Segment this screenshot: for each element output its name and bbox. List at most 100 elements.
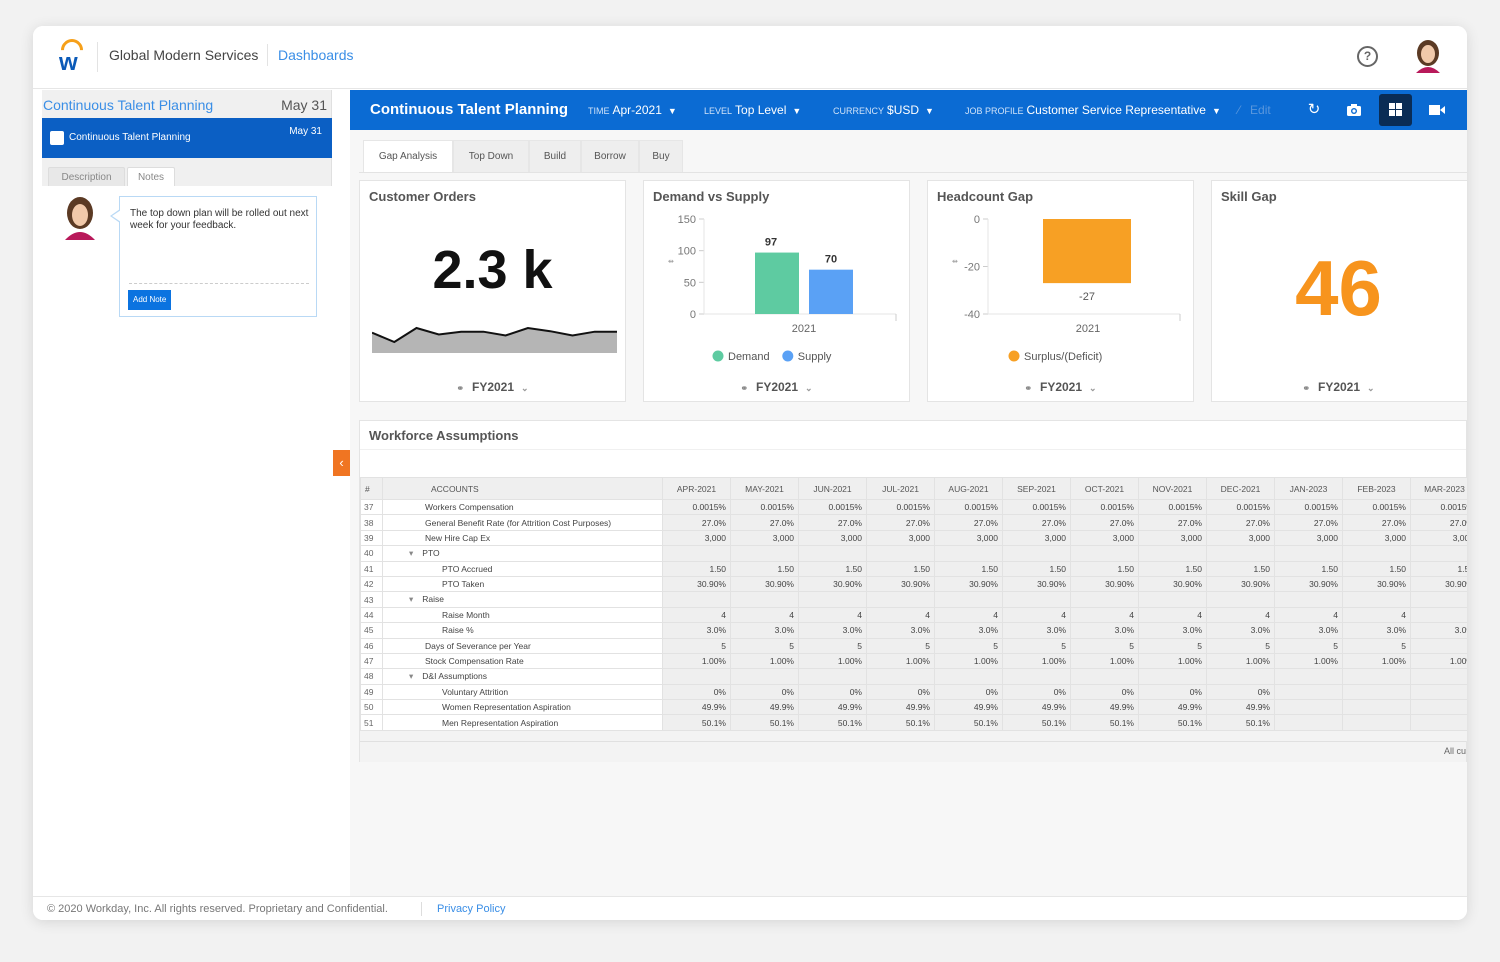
table-row[interactable]: 44 Raise Month 4 4 4 4 4 4 4 4 4 4 4 <box>360 606 1467 624</box>
cell-value[interactable] <box>1274 699 1343 716</box>
cell-value[interactable]: 49.9% <box>1070 699 1139 716</box>
cell-value[interactable]: 3.0% <box>1206 622 1275 639</box>
cell-value[interactable] <box>866 545 935 562</box>
cell-value[interactable] <box>934 545 1003 562</box>
cell-value[interactable]: 1.00% <box>662 652 731 670</box>
workday-logo[interactable]: w <box>56 34 88 76</box>
cell-value[interactable]: 4 <box>1070 606 1139 624</box>
cell-value[interactable]: 4 <box>662 606 731 624</box>
period-selector[interactable]: ⚭ FY2021 ⌄ <box>644 380 909 394</box>
cell-value[interactable] <box>1410 683 1467 701</box>
cell-value[interactable] <box>1410 637 1467 654</box>
user-avatar[interactable] <box>1413 39 1443 73</box>
cell-value[interactable]: 3,000 <box>1274 529 1343 547</box>
cell-value[interactable]: 27.0% <box>1002 514 1071 531</box>
cell-value[interactable]: 1.00% <box>1342 652 1411 670</box>
filter-currency[interactable]: CURRENCY $USD ▼ <box>833 103 934 117</box>
cell-value[interactable] <box>1002 545 1071 562</box>
cell-value[interactable]: 27.0% <box>1342 514 1411 531</box>
cell-value[interactable]: 0% <box>1138 683 1207 701</box>
expand-caret-icon[interactable]: ▾ <box>409 671 413 681</box>
cell-value[interactable]: 30.90% <box>934 575 1003 593</box>
table-row[interactable]: 46 Days of Severance per Year 5 5 5 5 5 5 5 5 5 5 5 <box>360 637 1467 654</box>
cell-value[interactable]: 49.9% <box>1138 699 1207 716</box>
cell-value[interactable]: 0.0015% <box>1342 498 1411 516</box>
camera-icon[interactable] <box>1343 99 1365 121</box>
cell-value[interactable]: 1.00% <box>1138 652 1207 670</box>
cell-value[interactable]: 3,000 <box>798 529 867 547</box>
table-row[interactable]: 41 PTO Accrued 1.50 1.50 1.50 1.50 1.50 1.50 1.5… <box>360 560 1467 577</box>
col-header-month[interactable]: DEC-2021 <box>1206 477 1275 500</box>
cell-value[interactable]: 1.50 <box>1070 560 1139 577</box>
cell-value[interactable]: 30.90% <box>1342 575 1411 593</box>
cell-value[interactable]: 27.0% <box>730 514 799 531</box>
cell-value[interactable]: 49.9% <box>866 699 935 716</box>
cell-value[interactable]: 0% <box>662 683 731 701</box>
cell-value[interactable] <box>798 545 867 562</box>
cell-value[interactable] <box>1206 591 1275 608</box>
cell-value[interactable]: 1.50 <box>1274 560 1343 577</box>
cell-value[interactable]: 0% <box>798 683 867 701</box>
cell-value[interactable]: 4 <box>1002 606 1071 624</box>
cell-value[interactable]: 3.0% <box>798 622 867 639</box>
cell-value[interactable]: 27.0% <box>798 514 867 531</box>
cell-value[interactable]: 3,000 <box>866 529 935 547</box>
cell-value[interactable]: 1.50 <box>730 560 799 577</box>
card-headcount-gap[interactable]: Headcount Gap 0 -20 -40 ⇹ -27 2021 Surplus/(De… <box>927 180 1194 402</box>
cell-value[interactable]: 3,000 <box>934 529 1003 547</box>
assumptions-grid[interactable]: # ACCOUNTS APR-2021 MAY-2021 JUN-2021 JUL-2… <box>360 477 1467 741</box>
cell-value[interactable] <box>1002 668 1071 685</box>
cell-value[interactable]: 4 <box>1274 606 1343 624</box>
cell-value[interactable]: 3.0% <box>934 622 1003 639</box>
col-header-month[interactable]: APR-2021 <box>662 477 731 500</box>
privacy-policy-link[interactable]: Privacy Policy <box>437 903 505 915</box>
col-header-month[interactable]: JUL-2021 <box>866 477 935 500</box>
tab-top-down[interactable]: Top Down <box>453 140 529 172</box>
cell-value[interactable]: 5 <box>1138 637 1207 654</box>
cell-value[interactable]: 4 <box>730 606 799 624</box>
col-header-accounts[interactable]: ACCOUNTS <box>382 477 663 500</box>
period-selector[interactable]: ⚭ FY2021 ⌄ <box>928 380 1193 394</box>
cell-value[interactable]: 27.0% <box>662 514 731 531</box>
cell-value[interactable]: 1.00% <box>1070 652 1139 670</box>
cell-value[interactable]: 50.1% <box>730 714 799 731</box>
cell-value[interactable]: 50.1% <box>1138 714 1207 731</box>
cell-value[interactable]: 49.9% <box>730 699 799 716</box>
cell-value[interactable] <box>934 668 1003 685</box>
cell-value[interactable]: 50.1% <box>1002 714 1071 731</box>
period-selector[interactable]: ⚭ FY2021 ⌄ <box>1206 380 1467 394</box>
cell-value[interactable]: 1.50 <box>1342 560 1411 577</box>
item-checkbox[interactable] <box>50 131 64 145</box>
cell-value[interactable] <box>1002 591 1071 608</box>
cell-value[interactable]: 0.0015% <box>934 498 1003 516</box>
tab-build[interactable]: Build <box>529 140 581 172</box>
cell-value[interactable] <box>1138 591 1207 608</box>
cell-value[interactable]: 0.0015% <box>798 498 867 516</box>
cell-value[interactable]: 49.9% <box>1206 699 1275 716</box>
cell-value[interactable] <box>1274 668 1343 685</box>
cell-value[interactable]: 5 <box>1342 637 1411 654</box>
col-header-month[interactable]: OCT-2021 <box>1070 477 1139 500</box>
cell-value[interactable]: 30.90% <box>798 575 867 593</box>
cell-value[interactable]: 1.00% <box>798 652 867 670</box>
cell-value[interactable]: 4 <box>1206 606 1275 624</box>
cell-value[interactable]: 30.90% <box>1410 575 1467 593</box>
cell-value[interactable]: 30.90% <box>662 575 731 593</box>
table-row[interactable]: 51 Men Representation Aspiration 50.1% 50.1… <box>360 714 1467 731</box>
cell-value[interactable]: 50.1% <box>662 714 731 731</box>
cell-value[interactable]: 30.90% <box>1002 575 1071 593</box>
cell-value[interactable]: 5 <box>798 637 867 654</box>
cell-value[interactable]: 3.0% <box>730 622 799 639</box>
filter-time[interactable]: TIME Apr-2021 ▼ <box>588 103 677 117</box>
cell-value[interactable]: 3.0% <box>1138 622 1207 639</box>
cell-value[interactable]: 3,000 <box>1070 529 1139 547</box>
cell-value[interactable] <box>1206 545 1275 562</box>
collapse-panel-button[interactable]: ‹ <box>333 450 350 476</box>
cell-value[interactable]: 0.0015% <box>1410 498 1467 516</box>
cell-value[interactable]: 50.1% <box>866 714 935 731</box>
table-row[interactable]: 43 ▾ Raise <box>360 591 1467 608</box>
cell-value[interactable]: 50.1% <box>1070 714 1139 731</box>
cell-value[interactable]: 49.9% <box>1002 699 1071 716</box>
col-header-month[interactable]: NOV-2021 <box>1138 477 1207 500</box>
dashboard-list-item[interactable]: Continuous Talent Planning May 31 <box>42 118 332 158</box>
